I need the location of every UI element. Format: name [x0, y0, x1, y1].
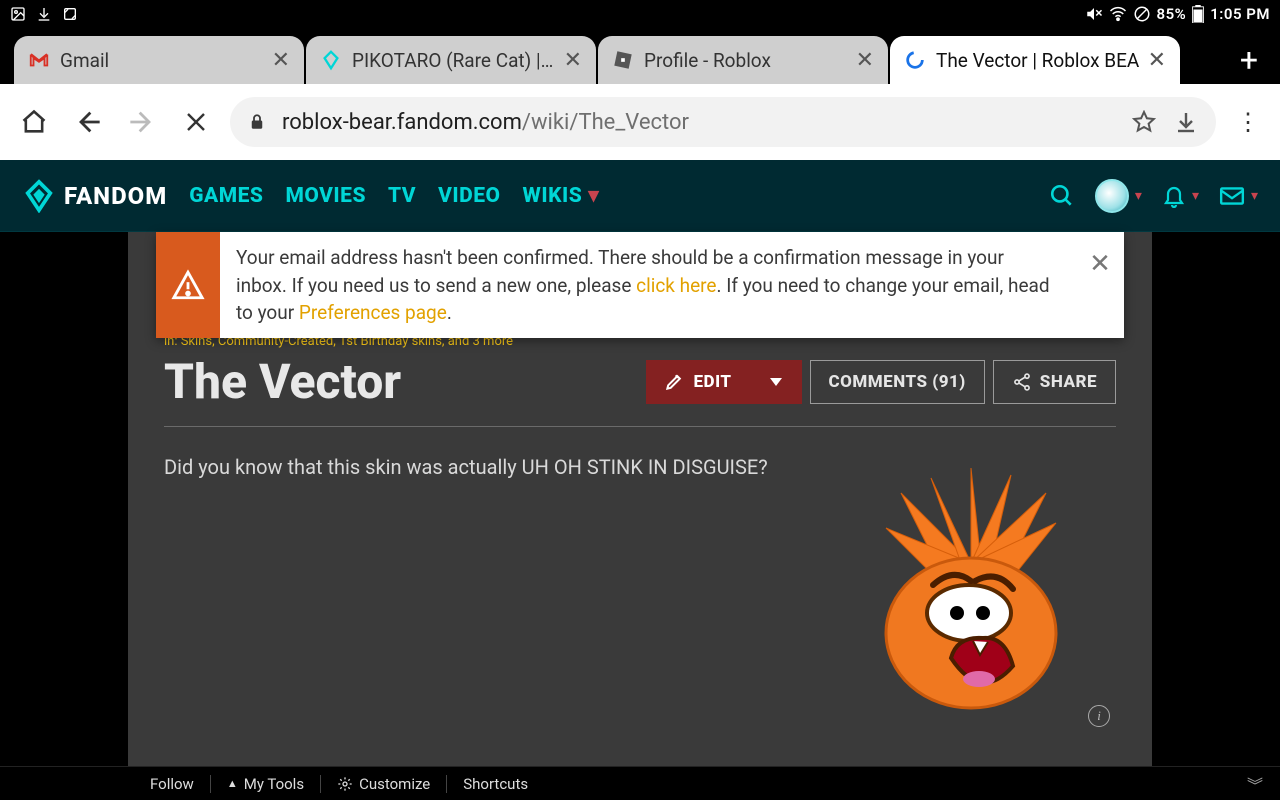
gear-icon: [337, 776, 353, 792]
mute-icon: [1085, 5, 1103, 23]
clock-text: 1:05 PM: [1210, 5, 1270, 23]
tab-title: Profile - Roblox: [644, 49, 848, 72]
info-icon[interactable]: i: [1088, 705, 1110, 727]
edit-dropdown[interactable]: [750, 360, 802, 404]
browser-menu-button[interactable]: ⋮: [1230, 108, 1266, 136]
infobox-image[interactable]: i: [826, 453, 1116, 733]
page-body: in: Skins, Community-Created, 1st Birthd…: [0, 232, 1280, 766]
tab-roblox-profile[interactable]: Profile - Roblox ✕: [598, 36, 888, 84]
nav-games[interactable]: GAMES: [189, 184, 263, 208]
tab-the-vector[interactable]: The Vector | Roblox BEA ✕: [890, 36, 1180, 84]
nav-wikis[interactable]: WIKIS▾: [523, 183, 600, 208]
customize-button[interactable]: Customize: [337, 775, 430, 793]
new-tab-button[interactable]: +: [1226, 36, 1272, 84]
warning-icon: [156, 232, 220, 338]
back-button[interactable]: [68, 102, 108, 142]
home-button[interactable]: [14, 102, 54, 142]
fandom-icon: [320, 49, 342, 71]
stop-button[interactable]: [176, 102, 216, 142]
follow-button[interactable]: Follow: [150, 775, 194, 793]
gmail-icon: [28, 49, 50, 71]
nav-video[interactable]: VIDEO: [438, 184, 500, 208]
close-icon[interactable]: ✕: [1148, 48, 1166, 73]
comments-button[interactable]: COMMENTS (91): [810, 360, 985, 404]
close-icon[interactable]: ✕: [856, 48, 874, 73]
tab-gmail[interactable]: Gmail ✕: [14, 36, 304, 84]
download-button[interactable]: [1174, 110, 1198, 134]
fandom-logo[interactable]: FANDOM: [22, 179, 167, 213]
battery-text: 85%: [1157, 5, 1187, 23]
article-text: Did you know that this skin was actually…: [164, 453, 802, 733]
close-icon[interactable]: ✕: [564, 48, 582, 73]
avatar: [1095, 179, 1129, 213]
nav-movies[interactable]: MOVIES: [285, 184, 366, 208]
messages-button[interactable]: ▾: [1219, 183, 1258, 209]
wifi-icon: [1109, 5, 1127, 23]
tab-title: The Vector | Roblox BEA: [936, 49, 1140, 72]
close-icon[interactable]: ✕: [272, 48, 290, 73]
no-sim-icon: [1133, 5, 1151, 23]
my-tools-button[interactable]: ▲My Tools: [227, 775, 304, 793]
shortcuts-button[interactable]: Shortcuts: [463, 775, 528, 793]
edit-button[interactable]: EDIT: [646, 360, 750, 404]
character-image: [841, 463, 1101, 723]
screenshot-icon: [62, 6, 78, 22]
url-text: roblox-bear.fandom.com/wiki/The_Vector: [282, 110, 1132, 135]
page-title: The Vector: [164, 353, 646, 410]
image-icon: [10, 6, 26, 22]
user-avatar[interactable]: ▾: [1095, 179, 1142, 213]
download-icon: [36, 6, 52, 22]
edit-label: EDIT: [694, 372, 732, 392]
banner-message: Your email address hasn't been confirmed…: [220, 232, 1076, 338]
loading-icon: [904, 49, 926, 71]
android-status-bar: 85% 1:05 PM: [0, 0, 1280, 28]
fandom-global-nav: FANDOM GAMES MOVIES TV VIDEO WIKIS▾ ▾ ▾ …: [0, 160, 1280, 232]
nav-tv[interactable]: TV: [388, 184, 416, 208]
collapse-icon[interactable]: ︾: [1247, 772, 1260, 796]
tab-title: Gmail: [60, 49, 264, 72]
address-bar[interactable]: roblox-bear.fandom.com/wiki/The_Vector: [230, 97, 1216, 147]
preferences-link[interactable]: Preferences page: [299, 301, 447, 324]
tab-pikotaro[interactable]: PIKOTARO (Rare Cat) | B ✕: [306, 36, 596, 84]
star-icon[interactable]: [1132, 110, 1156, 134]
chevron-down-icon: [770, 378, 782, 386]
forward-button[interactable]: [122, 102, 162, 142]
battery-icon: [1192, 5, 1204, 23]
lock-icon: [248, 113, 266, 131]
roblox-icon: [612, 49, 634, 71]
wiki-admin-bar: Follow ▲My Tools Customize Shortcuts ︾: [0, 766, 1280, 800]
click-here-link[interactable]: click here: [636, 274, 716, 297]
browser-toolbar: roblox-bear.fandom.com/wiki/The_Vector ⋮: [0, 84, 1280, 160]
fandom-wordmark: FANDOM: [64, 182, 167, 210]
banner-close-button[interactable]: ✕: [1076, 232, 1124, 338]
browser-tab-strip: Gmail ✕ PIKOTARO (Rare Cat) | B ✕ Profil…: [0, 28, 1280, 84]
notifications-button[interactable]: ▾: [1162, 184, 1199, 208]
email-confirm-banner: Your email address hasn't been confirmed…: [156, 232, 1124, 338]
tab-title: PIKOTARO (Rare Cat) | B: [352, 49, 556, 72]
share-button[interactable]: SHARE: [993, 360, 1116, 404]
search-button[interactable]: [1049, 183, 1075, 209]
